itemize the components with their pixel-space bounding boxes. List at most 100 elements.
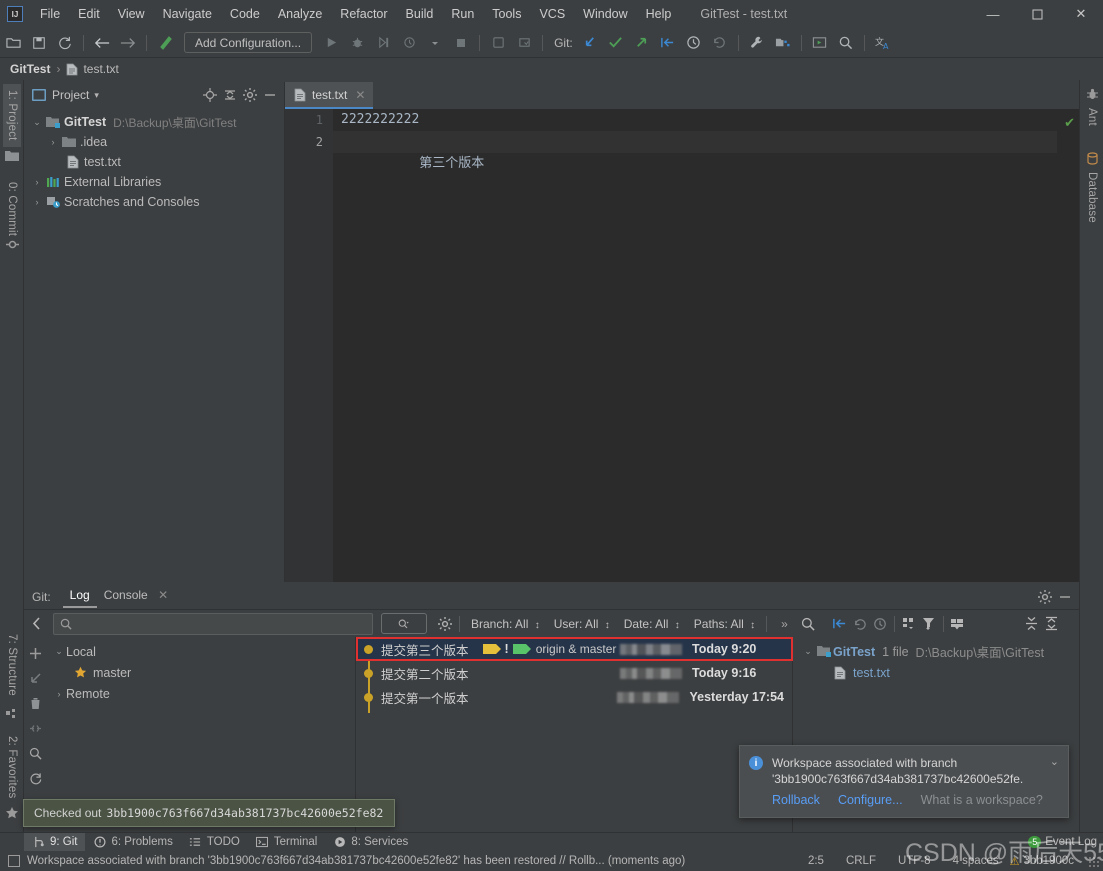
filter-user[interactable]: User: All ↕ xyxy=(554,617,610,631)
locate-target-icon[interactable] xyxy=(200,85,220,105)
wrench-settings-icon[interactable] xyxy=(746,32,768,54)
caret-position[interactable]: 2:5 xyxy=(797,855,835,867)
chevron-down-icon[interactable]: ⌄ xyxy=(52,646,66,657)
collapse-left-icon[interactable] xyxy=(27,614,45,634)
checkout-icon[interactable] xyxy=(26,666,44,691)
commit-list[interactable]: 提交第三个版本 ! origin & master Today 9:20 提交第… xyxy=(356,637,793,832)
details-file-row[interactable]: test.txt xyxy=(793,662,1079,683)
sidebar-item-project[interactable]: 1: Project xyxy=(3,84,21,147)
menu-code[interactable]: Code xyxy=(221,3,269,25)
save-icon[interactable] xyxy=(28,32,50,54)
editor-gutter[interactable]: 1 2 xyxy=(285,109,333,582)
menu-help[interactable]: Help xyxy=(637,3,681,25)
forward-arrow-icon[interactable] xyxy=(117,32,139,54)
menu-edit[interactable]: Edit xyxy=(69,3,109,25)
code-text[interactable]: 2222222222 第三个版本 xyxy=(333,109,1057,582)
gear-icon[interactable] xyxy=(435,614,455,634)
rollback-link[interactable]: Rollback xyxy=(772,793,820,807)
profile-icon[interactable] xyxy=(398,32,420,54)
find-icon[interactable] xyxy=(798,614,818,634)
code-canvas[interactable]: 1 2 2222222222 第三个版本 ✔ xyxy=(285,109,1079,582)
tree-node-idea[interactable]: › .idea xyxy=(24,132,284,152)
back-arrow-icon[interactable] xyxy=(91,32,113,54)
filter-paths[interactable]: Paths: All ↕ xyxy=(694,617,755,631)
history-icon[interactable] xyxy=(683,32,705,54)
run-icon[interactable] xyxy=(320,32,342,54)
close-icon[interactable]: ✕ xyxy=(158,588,168,602)
chevron-down-icon[interactable]: ⌄ xyxy=(1050,755,1059,787)
collapse-icon[interactable] xyxy=(26,716,44,741)
menu-analyze[interactable]: Analyze xyxy=(269,3,331,25)
collapse-all-icon[interactable] xyxy=(1042,614,1062,634)
project-structure-icon[interactable] xyxy=(487,32,509,54)
sync-icon[interactable] xyxy=(54,32,76,54)
breadcrumb-file[interactable]: test.txt xyxy=(83,62,118,76)
sidebar-item-database[interactable]: Database xyxy=(1084,168,1100,227)
history-icon[interactable] xyxy=(870,614,890,634)
open-folder-icon[interactable] xyxy=(2,32,24,54)
search-icon[interactable] xyxy=(26,741,44,766)
chevron-right-icon[interactable]: › xyxy=(52,689,66,699)
bottom-tab-services[interactable]: 8: Services xyxy=(325,833,416,852)
profile-dropdown-icon[interactable] xyxy=(424,32,446,54)
menu-tools[interactable]: Tools xyxy=(483,3,530,25)
run-configuration-selector[interactable]: Add Configuration... xyxy=(184,32,313,53)
inspection-status-icon[interactable]: ✔ xyxy=(1064,115,1075,131)
file-encoding[interactable]: UTF-8 xyxy=(887,855,942,867)
sidebar-item-favorites[interactable]: 2: Favorites xyxy=(3,730,21,804)
tree-node-external-libraries[interactable]: › External Libraries xyxy=(24,172,284,192)
intellisort-icon[interactable] xyxy=(899,614,919,634)
commit-row-3[interactable]: 提交第一个版本 Yesterday 17:54 xyxy=(356,685,792,709)
bottom-tab-event-log[interactable]: Event Log xyxy=(1045,836,1097,848)
search-everywhere-icon[interactable] xyxy=(835,32,857,54)
hide-panel-icon[interactable] xyxy=(1055,587,1075,607)
sidebar-item-structure[interactable]: 7: Structure xyxy=(3,628,21,702)
collapse-all-icon[interactable] xyxy=(220,85,240,105)
bottom-tab-problems[interactable]: 6: Problems xyxy=(85,833,180,852)
plus-icon[interactable] xyxy=(26,641,44,666)
debug-icon[interactable] xyxy=(346,32,368,54)
git-push-icon[interactable] xyxy=(631,32,653,54)
what-is-workspace-link[interactable]: What is a workspace? xyxy=(921,793,1043,807)
rollback-icon[interactable] xyxy=(709,32,731,54)
run-coverage-icon[interactable] xyxy=(372,32,394,54)
menu-navigate[interactable]: Navigate xyxy=(154,3,221,25)
filter-date[interactable]: Date: All ↕ xyxy=(624,617,680,631)
tree-node-scratches[interactable]: › Scratches and Consoles xyxy=(24,192,284,212)
line-separator[interactable]: CRLF xyxy=(835,855,887,867)
more-filters-icon[interactable]: » xyxy=(781,617,788,631)
resize-grip-icon[interactable] xyxy=(1088,855,1099,867)
minimize-button[interactable]: — xyxy=(971,0,1015,28)
translate-icon[interactable]: 文A xyxy=(872,32,894,54)
chevron-down-icon[interactable]: ⌄ xyxy=(30,117,44,128)
tab-console[interactable]: Console ✕ xyxy=(97,586,175,608)
search-filter-dropdown[interactable] xyxy=(381,613,427,634)
chevron-right-icon[interactable]: › xyxy=(30,197,44,207)
filter-icon[interactable] xyxy=(919,614,939,634)
menu-vcs[interactable]: VCS xyxy=(530,3,574,25)
bottom-tab-git[interactable]: 9: Git xyxy=(24,832,86,852)
gear-icon[interactable] xyxy=(240,85,260,105)
editor-scrollbar-column[interactable]: ✔ xyxy=(1057,109,1079,582)
hide-panel-icon[interactable] xyxy=(260,85,280,105)
close-button[interactable]: ✕ xyxy=(1059,0,1103,28)
menu-view[interactable]: View xyxy=(109,3,154,25)
tree-node-gittest[interactable]: ⌄ GitTest D:\Backup\桌面\GitTest xyxy=(24,112,284,132)
search-input[interactable] xyxy=(78,616,366,631)
show-details-icon[interactable] xyxy=(948,614,968,634)
git-commit-icon[interactable] xyxy=(605,32,627,54)
editor-tab-test-txt[interactable]: test.txt ✕ xyxy=(285,82,374,109)
maximize-button[interactable] xyxy=(1015,0,1059,28)
build-hammer-icon[interactable] xyxy=(154,32,176,54)
tab-log[interactable]: Log xyxy=(62,586,97,608)
close-icon[interactable]: ✕ xyxy=(355,88,365,102)
sidebar-item-commit[interactable]: 0: Commit xyxy=(3,176,21,242)
menu-run[interactable]: Run xyxy=(442,3,483,25)
commit-row-2[interactable]: 提交第二个版本 Today 9:16 xyxy=(356,661,792,685)
menu-build[interactable]: Build xyxy=(397,3,443,25)
stop-icon[interactable] xyxy=(450,32,472,54)
git-branch-icon[interactable] xyxy=(830,614,850,634)
branch-widget[interactable]: ⚠ 3bb1900c xyxy=(1010,855,1082,868)
branch-node-master[interactable]: master xyxy=(46,662,355,683)
bottom-tab-todo[interactable]: TODO xyxy=(181,833,248,852)
